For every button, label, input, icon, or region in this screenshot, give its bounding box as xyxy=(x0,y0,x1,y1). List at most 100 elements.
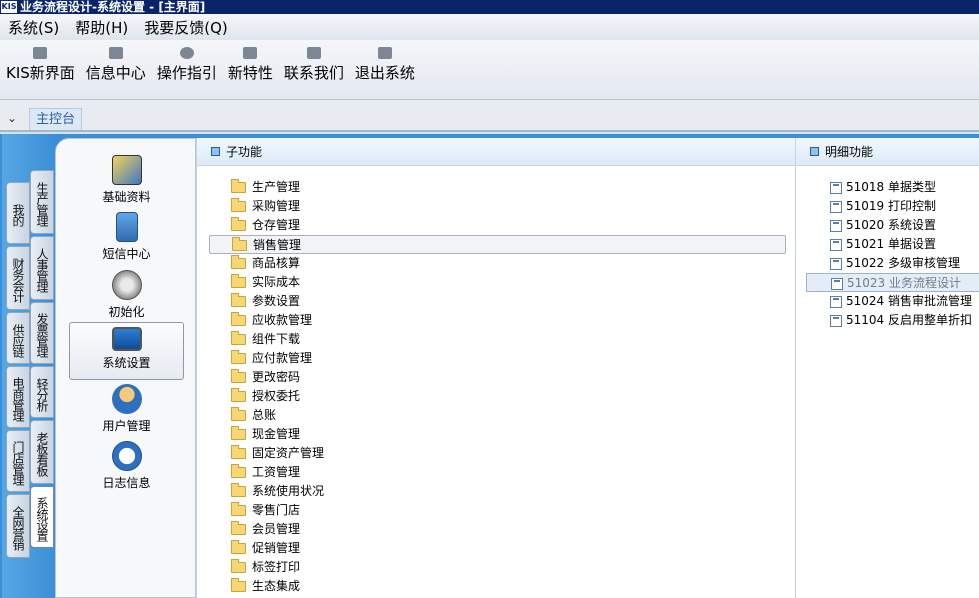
sub-function-item[interactable]: 应付款管理 xyxy=(209,349,786,368)
tab-hr[interactable]: 人事管理 xyxy=(30,236,54,300)
detail-item[interactable]: 51024 销售审批流管理 xyxy=(806,292,979,311)
sub-function-item[interactable]: 促销管理 xyxy=(209,539,786,558)
sub-function-label: 参数设置 xyxy=(252,294,301,308)
sub-function-label: 仓存管理 xyxy=(252,218,301,232)
document-icon xyxy=(830,315,842,327)
title-bar: KIS 业务流程设计-系统设置 - [主界面] xyxy=(0,0,979,14)
detail-item[interactable]: 51023 业务流程设计 xyxy=(806,273,979,292)
toolbar-new-features-button[interactable]: 新特性 xyxy=(228,40,273,82)
detail-code: 51018 xyxy=(846,180,885,194)
sub-function-label: 组件下载 xyxy=(252,332,301,346)
detail-item[interactable]: 51020 系统设置 xyxy=(806,216,979,235)
sub-function-item[interactable]: 生产管理 xyxy=(209,178,786,197)
detail-item[interactable]: 51104 反启用整单折扣 xyxy=(806,311,979,330)
tab-main-console[interactable]: 主控台 xyxy=(29,108,83,130)
sub-function-label: 标签打印 xyxy=(252,560,301,574)
tab-light-analysis[interactable]: 轻分析 xyxy=(30,366,54,418)
detail-name: 打印控制 xyxy=(888,199,937,213)
toolbar-exit-button[interactable]: 退出系统 xyxy=(355,40,415,82)
tab-invoice[interactable]: 发票管理 xyxy=(30,302,54,364)
sub-function-item[interactable]: 现金管理 xyxy=(209,425,786,444)
folder-icon xyxy=(231,464,246,478)
sub-function-item[interactable]: 工资管理 xyxy=(209,463,786,482)
toolbar: KIS新界面 信息中心 操作指引 新特性 联系我们 退出系统 xyxy=(0,40,979,100)
sub-function-item[interactable]: 仓存管理 xyxy=(209,216,786,235)
detail-name: 单据设置 xyxy=(888,237,937,251)
sub-function-item[interactable]: 商品核算 xyxy=(209,254,786,273)
folder-icon xyxy=(231,502,246,516)
tab-finance[interactable]: 财务会计 xyxy=(6,246,30,310)
nav-sms-center[interactable]: 短信中心 xyxy=(69,208,184,266)
detail-code: 51020 xyxy=(846,218,885,232)
sub-function-item[interactable]: 总账 xyxy=(209,406,786,425)
folder-icon xyxy=(231,217,246,231)
sub-function-item[interactable]: 授权委托 xyxy=(209,387,786,406)
sub-function-item[interactable]: 会员管理 xyxy=(209,520,786,539)
folder-icon xyxy=(231,483,246,497)
folder-icon xyxy=(231,407,246,421)
sub-function-label: 授权委托 xyxy=(252,389,301,403)
detail-list: 51018 单据类型 51019 打印控制 51020 系统设置 51021 单据设置 5102… xyxy=(806,178,979,330)
sub-function-label: 生产管理 xyxy=(252,180,301,194)
sub-function-item[interactable]: 固定资产管理 xyxy=(209,444,786,463)
sub-function-label: 固定资产管理 xyxy=(252,446,325,460)
sub-function-label: 实际成本 xyxy=(252,275,301,289)
kis-home-icon xyxy=(33,47,48,59)
toolbar-info-center-button[interactable]: 信息中心 xyxy=(86,40,146,82)
sub-function-label: 应付款管理 xyxy=(252,351,313,365)
sub-function-item[interactable]: 采购管理 xyxy=(209,197,786,216)
exit-icon xyxy=(377,47,392,59)
sub-function-label: 零售门店 xyxy=(252,503,301,517)
sub-function-item[interactable]: 生态集成 xyxy=(209,577,786,596)
menu-bar: 系统(S) 帮助(H) 我要反馈(Q) xyxy=(0,14,979,40)
sub-function-item[interactable]: 实际成本 xyxy=(209,273,786,292)
nav-system-settings[interactable]: 系统设置 xyxy=(69,322,184,380)
chevron-down-icon[interactable]: ⌄ xyxy=(7,111,17,125)
main-area: 我的KIS 财务会计 供应链 电商管理 门店管理 全网营销 生产管理 人事管理 … xyxy=(0,134,979,598)
sub-function-item[interactable]: 应收款管理 xyxy=(209,311,786,330)
sub-function-label: 销售管理 xyxy=(253,238,302,252)
detail-item[interactable]: 51019 打印控制 xyxy=(806,197,979,216)
tab-marketing[interactable]: 全网营销 xyxy=(6,494,30,558)
nav-log-info[interactable]: 日志信息 xyxy=(69,437,184,495)
sub-function-item[interactable]: 零售门店 xyxy=(209,501,786,520)
sub-function-item[interactable]: 标签打印 xyxy=(209,558,786,577)
detail-item[interactable]: 51018 单据类型 xyxy=(806,178,979,197)
nav-basic-data[interactable]: 基础资料 xyxy=(69,151,184,209)
sub-function-item[interactable]: 组件下载 xyxy=(209,330,786,349)
sub-function-item[interactable]: 参数设置 xyxy=(209,292,786,311)
menu-system[interactable]: 系统(S) xyxy=(0,17,67,38)
tab-production[interactable]: 生产管理 xyxy=(30,170,54,234)
menu-help[interactable]: 帮助(H) xyxy=(67,17,136,38)
monitor-icon xyxy=(111,327,142,351)
toolbar-kis-new-ui-button[interactable]: KIS新界面 xyxy=(6,40,75,82)
tab-my-kis[interactable]: 我的KIS xyxy=(0,182,30,244)
sub-function-header: 子功能 xyxy=(197,138,795,166)
detail-name: 单据类型 xyxy=(888,180,937,194)
user-icon xyxy=(111,384,142,414)
detail-code: 51023 xyxy=(847,276,886,290)
sub-function-item[interactable]: 销售管理 xyxy=(209,235,786,254)
tab-store[interactable]: 门店管理 xyxy=(6,430,30,492)
folder-icon xyxy=(231,293,246,307)
sub-function-item[interactable]: 更改密码 xyxy=(209,368,786,387)
toolbar-contact-button[interactable]: 联系我们 xyxy=(284,40,344,82)
folder-icon xyxy=(231,331,246,345)
nav-initialization[interactable]: 初始化 xyxy=(69,266,184,324)
tab-ecommerce[interactable]: 电商管理 xyxy=(6,366,30,428)
tab-system-settings[interactable]: 系统设置 xyxy=(30,486,54,548)
nav-user-management[interactable]: 用户管理 xyxy=(69,380,184,438)
toolbar-guide-button[interactable]: 操作指引 xyxy=(157,40,217,82)
tab-boss-board[interactable]: 老板看板 xyxy=(30,420,54,484)
folder-icon xyxy=(231,179,246,193)
window-title: 业务流程设计-系统设置 - [主界面] xyxy=(20,0,206,14)
detail-code: 51021 xyxy=(846,237,885,251)
tab-supply-chain[interactable]: 供应链 xyxy=(6,312,30,364)
menu-feedback[interactable]: 我要反馈(Q) xyxy=(136,17,236,38)
document-icon xyxy=(830,220,842,232)
sub-function-item[interactable]: 系统使用状况 xyxy=(209,482,786,501)
sub-function-label: 会员管理 xyxy=(252,522,301,536)
detail-item[interactable]: 51021 单据设置 xyxy=(806,235,979,254)
detail-code: 51019 xyxy=(846,199,885,213)
detail-item[interactable]: 51022 多级审核管理 xyxy=(806,254,979,273)
